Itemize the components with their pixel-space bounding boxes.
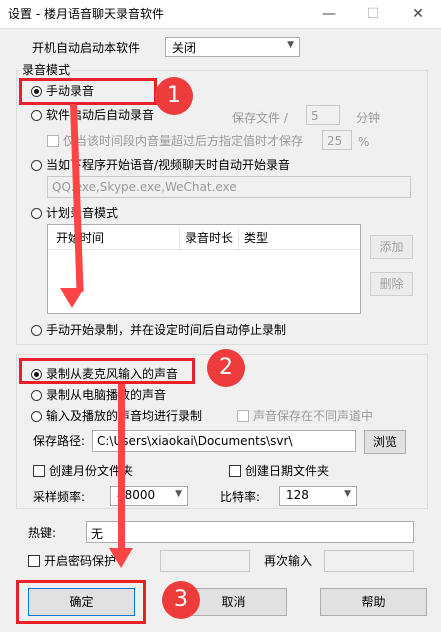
chevron-down-icon: ▼ [175,489,182,499]
programs-input[interactable]: QQ.exe,Skype.exe,WeChat.exe [47,176,411,198]
auto-on-chat-radio[interactable] [31,160,42,171]
record-mode-group-label: 录音模式 [20,62,73,78]
column-divider [179,227,180,249]
auto-start-label: 软件启动后自动录音 [46,108,155,122]
silence-threshold-label: 仅当该时间段内音量超过后方指定值时才保存 [63,134,304,148]
step-badge-3: 3 [162,581,200,619]
bitrate-value: 128 [286,488,309,502]
schedule-table[interactable]: 开始时间 录音时长 类型 [47,224,361,314]
hotkey-label: 热键: [28,526,57,540]
sample-rate-label: 采样频率: [33,490,86,504]
scheduled-record-radio[interactable] [31,208,42,219]
save-file-minutes-value: 5 [311,109,319,123]
silence-threshold-input[interactable]: 25 [322,130,352,150]
column-divider [238,227,239,249]
record-speaker-label: 录制从电脑播放的声音 [46,388,167,402]
hotkey-value: 无 [91,527,104,541]
silence-threshold-value: 25 [327,134,343,148]
help-button[interactable]: 帮助 [320,588,427,616]
arrow-down-icon [109,548,133,568]
save-file-label: 保存文件 / [232,111,288,125]
chevron-down-icon: ▼ [287,40,294,50]
close-button[interactable]: ✕ [395,0,441,28]
step-badge-1: 1 [155,77,193,115]
highlight-box-2 [19,358,195,384]
arrow-down-icon [60,288,84,308]
step-badge-2: 2 [207,349,245,387]
silence-threshold-unit: % [358,135,370,149]
password-input[interactable] [160,550,250,572]
month-folder-checkbox[interactable] [33,465,45,477]
chevron-down-icon: ▼ [344,489,351,499]
date-folder-checkbox[interactable] [229,465,241,477]
schedule-header-duration: 录音时长 [185,231,234,245]
bitrate-label: 比特率: [220,490,261,504]
save-path-label: 保存路径: [33,434,86,448]
startup-select[interactable]: 关闭 ▼ [165,37,300,57]
save-path-value: C:\Users\xiaokai\Documents\svr\ [97,434,293,448]
manual-timed-label: 手动开始录制，并在设定时间后自动停止录制 [46,323,287,337]
save-file-minutes-input[interactable]: 5 [306,105,340,125]
add-schedule-button[interactable]: 添加 [370,235,413,259]
highlight-box-3 [16,580,146,624]
maximize-button[interactable]: ☐ [350,0,396,28]
password-repeat-input[interactable] [324,550,414,572]
startup-value: 关闭 [172,41,197,55]
record-both-radio[interactable] [31,411,42,422]
record-speaker-radio[interactable] [31,390,42,401]
silence-threshold-checkbox[interactable] [47,135,59,147]
highlight-box-1 [19,78,157,105]
minimize-button[interactable]: — [306,0,352,28]
arrow-line-2 [118,384,125,552]
separate-channels-checkbox[interactable] [237,410,249,422]
password-repeat-label: 再次输入 [264,554,313,568]
manual-timed-radio[interactable] [31,325,42,336]
password-checkbox[interactable] [28,555,40,567]
header-divider [48,249,360,250]
schedule-header-type: 类型 [244,231,269,245]
auto-start-radio[interactable] [31,110,42,121]
auto-on-chat-label: 当如下程序开始语音/视频聊天时自动开始录音 [46,158,291,172]
bitrate-select[interactable]: 128 ▼ [279,486,357,506]
save-path-input[interactable]: C:\Users\xiaokai\Documents\svr\ [92,430,356,452]
window-title: 设置 - 楼月语音聊天录音软件 [8,7,164,21]
browse-button[interactable]: 浏览 [364,430,406,454]
save-file-unit: 分钟 [356,111,381,125]
delete-schedule-button[interactable]: 删除 [370,272,413,296]
scheduled-record-label: 计划录音模式 [46,206,119,220]
hotkey-input[interactable]: 无 [86,521,414,543]
password-label: 开启密码保护 [44,554,117,568]
startup-label: 开机自动启动本软件 [32,41,141,55]
separate-channels-label: 声音保存在不同声道中 [253,409,374,423]
date-folder-label: 创建日期文件夹 [245,464,330,478]
